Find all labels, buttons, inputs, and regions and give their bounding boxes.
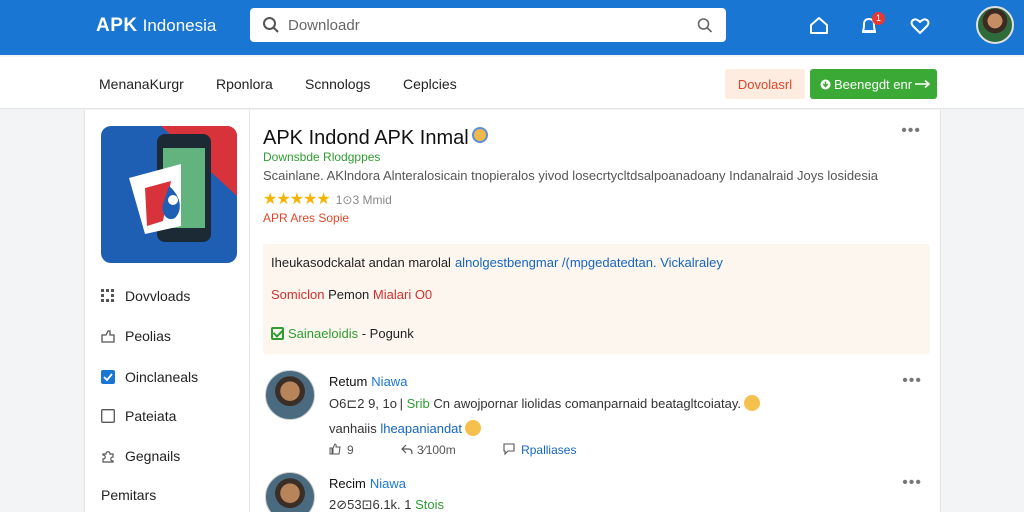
nav-link-1[interactable]: MenanaKurgr: [99, 76, 184, 92]
comment-more-icon[interactable]: •••: [902, 474, 922, 492]
checkbox-checked-icon: [101, 370, 115, 384]
star-rating-icon: ★★★★★: [263, 191, 331, 208]
comment-author: Recim Niawa: [329, 476, 406, 491]
brand-logo[interactable]: APK Indonesia: [96, 15, 216, 37]
square-icon: [101, 409, 115, 423]
verified-badge-icon: [471, 127, 488, 143]
comment-status: Srib: [406, 396, 430, 411]
check-icon: [271, 327, 284, 340]
sidebar-section-label: Pemitars: [101, 487, 157, 503]
comment-text: Cn awojpornar liolidas comanparnaid beat…: [433, 396, 741, 411]
rating: ★★★★★ 1⊙3 Mmid: [263, 189, 392, 209]
info-line-1-link[interactable]: alnolgestbengmar /(mpgedatedtan. Vickalr…: [455, 255, 723, 270]
comment-more-icon[interactable]: •••: [902, 372, 922, 390]
emoji-icon: [743, 395, 760, 411]
sidebar-item-label: Peolias: [125, 328, 171, 344]
app-logo-icon: [101, 126, 237, 263]
user-avatar[interactable]: [976, 6, 1014, 44]
top-header: APKIndonesia 1: [0, 0, 1024, 55]
sidebar-item-gegnails[interactable]: Gegnails: [101, 448, 180, 464]
comment-line-2-link[interactable]: lheapaniandat: [380, 421, 462, 436]
sidebar: Dovvloads Peolias Oinclaneals Pateiata G…: [85, 110, 250, 512]
brand-bold: APK: [96, 15, 138, 36]
info-line-1: Iheukasodckalat andan marolal alnolgestbe…: [271, 255, 723, 270]
emoji-icon: [465, 420, 482, 436]
comment-icon: [503, 443, 515, 456]
comment-avatar[interactable]: [265, 472, 315, 512]
search-go-icon[interactable]: [696, 16, 714, 34]
info-box: Iheukasodckalat andan marolal alnolgestbe…: [263, 244, 930, 354]
like-button[interactable]: 9: [329, 443, 376, 457]
search-input[interactable]: [288, 14, 668, 36]
comment-author-tag[interactable]: Niawa: [371, 374, 407, 389]
primary-action-button[interactable]: Beenegdt enr: [810, 69, 937, 99]
app-detail-card: Dovvloads Peolias Oinclaneals Pateiata G…: [84, 110, 941, 512]
info-line-2-label: Somiclon: [271, 287, 325, 302]
app-description: Scainlane. AKlndora Alnteralosicain tnop…: [263, 168, 878, 183]
sidebar-item-label: Dovvloads: [125, 288, 191, 304]
arrow-right-icon: [915, 79, 931, 88]
sidebar-item-pateiata[interactable]: Pateiata: [101, 408, 176, 424]
comment-author: Retum Niawa: [329, 374, 407, 389]
view-replies-button[interactable]: Rpalliases: [503, 443, 598, 457]
comment-date: O6⊏2 9, 1o |: [329, 396, 403, 411]
search-bar: [250, 8, 726, 42]
comment-author-name[interactable]: Retum: [329, 374, 367, 389]
info-line-3: Sainaeloidis - Pogunk: [271, 326, 414, 341]
grid-icon: [101, 289, 114, 302]
versions-link[interactable]: APR Ares Sopie: [263, 211, 349, 225]
developer-link[interactable]: Downsbde Rlodgppes: [263, 150, 380, 164]
comment-author-name[interactable]: Recim: [329, 476, 366, 491]
comment-author-tag[interactable]: Niawa: [370, 476, 406, 491]
info-line-3-text: - Pogunk: [361, 326, 414, 341]
info-line-2: Somiclon Pemon Mialari O0: [271, 287, 432, 302]
app-content: APK Indond APK Inmal ••• Downsbde Rlodgp…: [251, 110, 941, 512]
info-line-2-value: Mialari O0: [372, 287, 433, 302]
nav-bar: MenanaKurgr Rponlora Scnnologs Ceplcies …: [0, 57, 1024, 109]
info-line-3-label: Sainaeloidis: [288, 326, 359, 341]
info-line-1-text: Iheukasodckalat andan marolal: [271, 255, 451, 270]
info-line-2-text: Pemon: [328, 287, 370, 302]
app-title: APK Indond APK Inmal: [263, 127, 488, 150]
comment-body: 2⊘53⊡6.1k. 1 Stois: [329, 497, 444, 512]
comment-actions: 9 3⁄100m Rpalliases: [329, 443, 620, 457]
sidebar-item-oinclaneals[interactable]: Oinclaneals: [101, 369, 198, 385]
reply-button[interactable]: 3⁄100m: [401, 443, 478, 457]
sidebar-item-peolias[interactable]: Peolias: [101, 328, 171, 344]
comment-body: O6⊏2 9, 1o | Srib Cn awojpornar liolidas…: [329, 395, 760, 412]
comment-date: 2⊘53⊡6.1k. 1: [329, 497, 412, 512]
comment-avatar[interactable]: [265, 370, 315, 420]
heart-icon[interactable]: [909, 15, 931, 37]
sidebar-item-downloads[interactable]: Dovvloads: [101, 288, 190, 304]
download-button[interactable]: Dovolasrl: [725, 69, 805, 99]
puzzle-icon: [102, 451, 114, 463]
nav-link-3[interactable]: Scnnologs: [305, 76, 370, 92]
home-icon[interactable]: [808, 15, 830, 37]
reply-count: 3⁄100m: [417, 443, 456, 457]
view-replies-label: Rpalliases: [521, 443, 577, 457]
sidebar-item-label: Gegnails: [125, 448, 181, 464]
like-count: 9: [347, 443, 354, 457]
share-icon: [101, 330, 115, 343]
brand-name: Indonesia: [142, 16, 217, 35]
comment-status: Stois: [415, 497, 445, 512]
more-options-icon[interactable]: •••: [901, 122, 921, 140]
notification-badge: 1: [872, 12, 885, 25]
reply-icon: [401, 444, 413, 455]
download-icon: [820, 79, 831, 89]
comment-line-2-text: vanhaiis: [329, 421, 377, 436]
sidebar-item-label: Pateiata: [125, 408, 177, 424]
sidebar-item-label: Oinclaneals: [125, 369, 199, 385]
app-title-text: APK Indond APK Inmal: [263, 127, 469, 149]
search-icon[interactable]: [262, 16, 280, 34]
rating-count: 1⊙3 Mmid: [335, 193, 392, 207]
comment-line-2: vanhaiis lheapaniandat: [329, 420, 482, 436]
primary-action-label: Beenegdt enr: [834, 76, 913, 92]
nav-link-4[interactable]: Ceplcies: [403, 76, 457, 92]
nav-link-2[interactable]: Rponlora: [216, 76, 273, 92]
thumbs-up-icon: [329, 443, 341, 455]
